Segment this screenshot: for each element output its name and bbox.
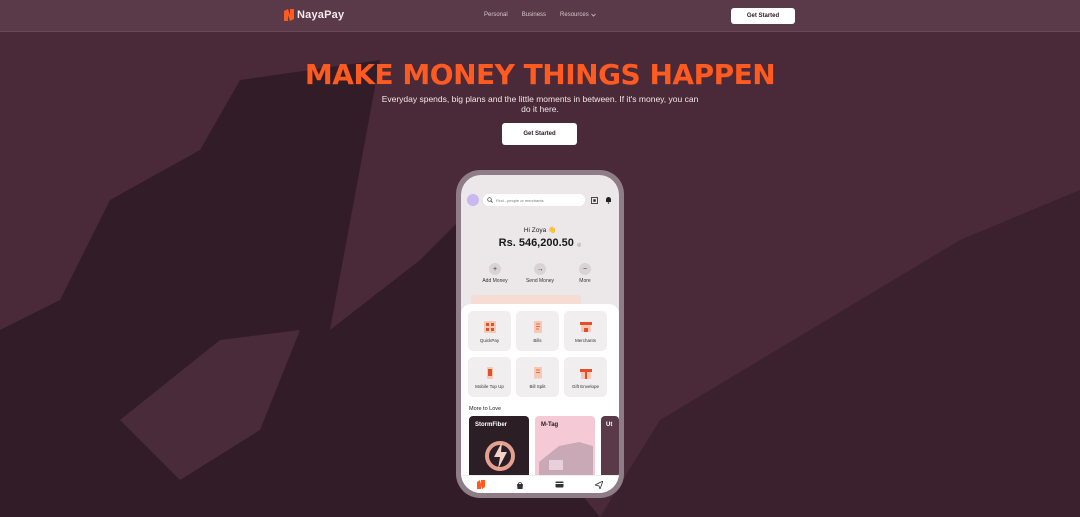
tile-gift-envelope[interactable]: Gift Envelope (564, 357, 607, 397)
nav-link-resources-label: Resources (560, 12, 589, 18)
eye-icon[interactable]: ◎ (577, 242, 581, 248)
bills-icon (533, 320, 542, 333)
tile-label: Mobile Top Up (475, 383, 504, 389)
brand-logo[interactable]: NayaPay (284, 9, 344, 21)
hero-subtitle: Everyday spends, big plans and the littl… (381, 94, 699, 114)
home-icon[interactable] (476, 480, 486, 490)
send-money-label: Send Money (525, 278, 555, 284)
tile-label: Gift Envelope (571, 383, 599, 389)
nav-get-started-button[interactable]: Get Started (731, 8, 795, 24)
search-icon (487, 197, 493, 203)
hero-title: MAKE MONEY THINGS HAPPEN (304, 58, 776, 91)
card-third[interactable]: Ut (601, 416, 619, 476)
tile-label: Bills (533, 337, 542, 343)
bag-icon[interactable] (515, 480, 525, 490)
minus-icon: − (579, 263, 591, 275)
mobile-icon (486, 366, 493, 379)
add-money-label: Add Money (482, 278, 508, 284)
tile-quickpay[interactable]: QuickPay (468, 311, 511, 351)
card-stormfiber[interactable]: StormFiber (469, 416, 529, 476)
storefront-icon (579, 321, 592, 332)
card-title: Ut (606, 422, 613, 428)
qr-icon (483, 320, 496, 333)
browser-window: NayaPay Personal Business Resources Get … (0, 0, 1080, 517)
app-header: Find...people or merchants (467, 193, 613, 207)
services-grid: QuickPay Bills Merchants Mobile Top Up B… (468, 311, 612, 397)
search-input[interactable]: Find...people or merchants (483, 194, 585, 206)
tile-merchants[interactable]: Merchants (564, 311, 607, 351)
top-navbar: NayaPay Personal Business Resources Get … (0, 0, 1080, 32)
add-money-button[interactable]: + Add Money (475, 263, 515, 284)
nav-links: Personal Business Resources (484, 12, 596, 18)
search-placeholder: Find...people or merchants (496, 197, 544, 203)
balance-amount: Rs. 546,200.50 (498, 237, 574, 249)
plus-icon: + (489, 263, 501, 275)
phone-screen: Find...people or merchants Hi Zoya 👋 Rs.… (461, 175, 619, 493)
more-to-love-heading: More to Love (469, 406, 502, 412)
lightning-icon (485, 441, 515, 471)
card-title: M-Tag (541, 422, 559, 428)
phone-mockup: Find...people or merchants Hi Zoya 👋 Rs.… (456, 170, 624, 498)
nav-link-resources[interactable]: Resources (560, 12, 596, 18)
tile-bill-split[interactable]: Bill Split (516, 357, 559, 397)
avatar[interactable] (467, 194, 479, 206)
tile-mobile-top-up[interactable]: Mobile Top Up (468, 357, 511, 397)
card-icon[interactable] (555, 480, 565, 490)
brand-name: NayaPay (297, 9, 345, 21)
chevron-down-icon (590, 13, 596, 17)
nav-link-personal[interactable]: Personal (484, 12, 508, 18)
promo-cards: StormFiber M-Tag Ut (469, 416, 619, 476)
hero-get-started-button[interactable]: Get Started (502, 123, 577, 145)
receipt-icon (533, 366, 542, 379)
arrow-right-icon: → (534, 263, 546, 275)
send-icon[interactable] (594, 480, 604, 490)
greeting: Hi Zoya 👋 (523, 227, 557, 234)
services-sheet: QuickPay Bills Merchants Mobile Top Up B… (461, 304, 619, 493)
tile-label: Merchants (574, 337, 596, 343)
more-label: More (579, 278, 591, 284)
bottom-tab-bar (461, 475, 619, 493)
bell-icon[interactable] (603, 195, 613, 205)
nav-link-business[interactable]: Business (522, 12, 546, 18)
tile-label: QuickPay (479, 337, 500, 343)
send-money-button[interactable]: → Send Money (520, 263, 560, 284)
card-title: StormFiber (475, 422, 508, 428)
quick-actions: + Add Money → Send Money − More (475, 263, 605, 284)
card-m-tag[interactable]: M-Tag (535, 416, 595, 476)
tile-bills[interactable]: Bills (516, 311, 559, 351)
more-button[interactable]: − More (565, 263, 605, 284)
qr-scan-icon[interactable] (589, 195, 599, 205)
gift-icon (579, 368, 592, 379)
car-tag-image (539, 442, 593, 476)
balance-row: Rs. 546,200.50 ◎ (461, 237, 619, 249)
tile-label: Bill Split (529, 383, 546, 389)
nayapay-logo-icon (284, 9, 294, 21)
